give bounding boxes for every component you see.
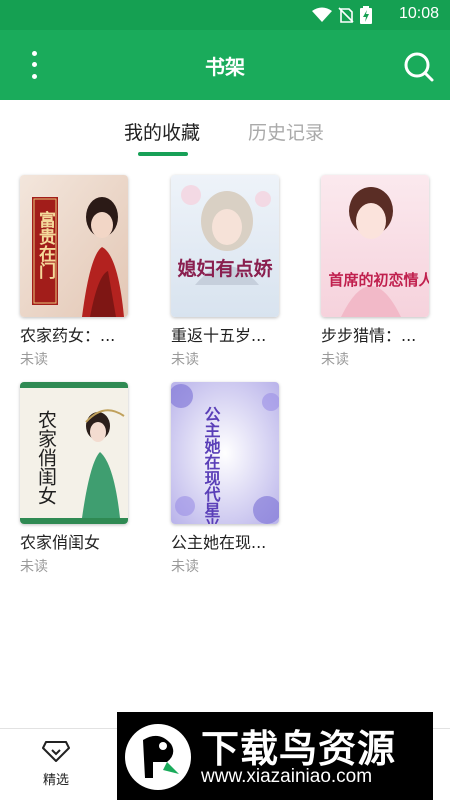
book-cover[interactable]: 媳妇有点娇 <box>171 175 279 317</box>
app-header: 书架 <box>0 30 450 100</box>
book-status: 未读 <box>171 352 199 368</box>
book-status: 未读 <box>20 559 48 575</box>
cover-title: 首席的初恋情人 <box>328 271 429 289</box>
watermark: 下载鸟资源 www.xiazainiao.com <box>117 712 433 800</box>
no-sim-icon <box>338 7 354 23</box>
bird-logo-icon <box>125 724 191 790</box>
status-bar: 10:08 <box>0 0 450 30</box>
wifi-icon <box>312 7 332 22</box>
book-cover[interactable]: 首席的初恋情人 <box>321 175 429 317</box>
page-title: 书架 <box>205 55 245 79</box>
book-status: 未读 <box>171 559 199 575</box>
cover-title: 公主她在现代星光璀璨 <box>202 406 222 524</box>
book-cover[interactable]: 农家俏闺女 <box>20 382 128 524</box>
book-cover[interactable]: 公主她在现代星光璀璨 <box>171 382 279 524</box>
book-title[interactable]: 公主她在现... <box>171 529 296 553</box>
book-status: 未读 <box>321 352 349 368</box>
book-status: 未读 <box>20 352 48 368</box>
book-title[interactable]: 农家俏闺女 <box>20 529 145 553</box>
book-title[interactable]: 步步猎情：... <box>321 322 446 346</box>
tab-history[interactable]: 历史记录 <box>248 118 324 145</box>
search-icon[interactable] <box>402 50 436 84</box>
tab-favorites[interactable]: 我的收藏 <box>124 118 200 145</box>
book-cover[interactable]: 富贵在门 <box>20 175 128 317</box>
book-title[interactable]: 农家药女：... <box>20 322 145 346</box>
nav-featured-label: 精选 <box>42 773 69 788</box>
watermark-url: www.xiazainiao.com <box>201 766 373 787</box>
cover-title: 媳妇有点娇 <box>177 257 273 280</box>
nav-featured[interactable]: 精选 <box>30 739 82 788</box>
tab-bar: 我的收藏 历史记录 <box>0 100 450 160</box>
status-time: 10:08 <box>398 5 439 22</box>
watermark-title: 下载鸟资源 <box>201 727 397 771</box>
diamond-icon <box>42 741 70 762</box>
book-title[interactable]: 重返十五岁... <box>171 322 296 346</box>
battery-charging-icon <box>360 6 372 24</box>
cover-title: 农家俏闺女 <box>35 410 57 505</box>
tab-indicator <box>138 152 188 156</box>
status-icons <box>312 6 372 24</box>
cover-title: 富贵在门 <box>35 210 56 280</box>
